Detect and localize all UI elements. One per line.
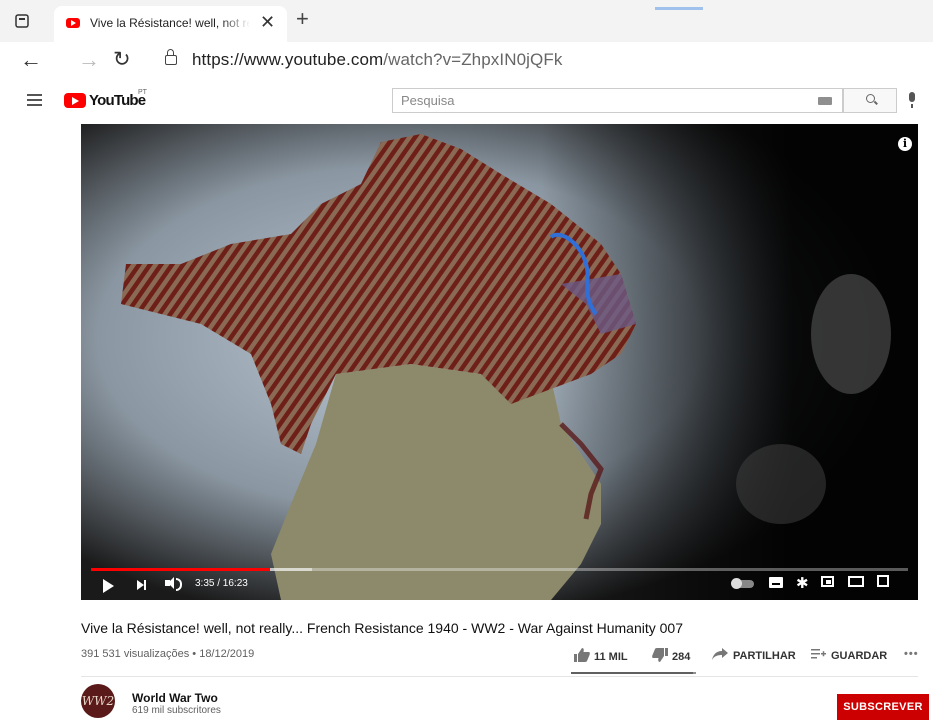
menu-icon[interactable]	[27, 94, 42, 106]
browser-tab-active[interactable]: Vive la Résistance! well, not really... …	[54, 6, 287, 42]
search-button[interactable]	[843, 88, 897, 113]
like-ratio-fill	[571, 672, 693, 674]
fullscreen-icon[interactable]	[877, 575, 889, 587]
subscriber-count: 619 mil subscritores	[132, 705, 221, 716]
channel-name[interactable]: World War Two	[132, 691, 218, 705]
keyboard-icon[interactable]	[818, 97, 832, 105]
search-icon	[866, 94, 875, 103]
progress-bar[interactable]	[91, 568, 908, 571]
url-field[interactable]: https://www.youtube.com/watch?v=ZhpxIN0j…	[192, 50, 562, 70]
thumbs-up-icon	[574, 648, 590, 662]
settings-gear-icon[interactable]: ✱	[796, 574, 809, 592]
tab-actions-icon[interactable]	[14, 13, 30, 29]
video-player[interactable]: i 3:35 / 16:23 ✱	[81, 124, 918, 600]
divider	[81, 676, 918, 677]
share-icon	[712, 648, 728, 660]
forward-button[interactable]: →	[78, 47, 100, 73]
video-title: Vive la Résistance! well, not really... …	[81, 620, 683, 636]
views-date: 391 531 visualizações • 18/12/2019	[81, 648, 255, 660]
tab-strip-indicator	[655, 7, 703, 10]
playlist-add-icon	[811, 649, 826, 659]
info-icon[interactable]: i	[898, 137, 912, 151]
address-bar: ← → ↻ https://www.youtube.com/watch?v=Zh…	[0, 42, 933, 80]
like-button[interactable]: 11 MIL	[574, 648, 628, 663]
youtube-favicon-icon	[66, 18, 80, 28]
save-button[interactable]: GUARDAR	[811, 648, 887, 662]
subscribe-button[interactable]: SUBSCREVER	[837, 694, 929, 720]
url-path: /watch?v=ZhpxIN0jQFk	[383, 50, 563, 69]
thumbs-down-icon	[652, 648, 668, 662]
autoplay-toggle[interactable]	[731, 578, 754, 589]
microphone-icon[interactable]	[909, 92, 915, 108]
channel-avatar[interactable]: WW2	[81, 684, 115, 718]
tab-title: Vive la Résistance! well, not really... …	[90, 16, 250, 30]
play-icon[interactable]	[103, 579, 114, 593]
more-actions-icon[interactable]: •••	[904, 648, 919, 660]
lock-icon[interactable]	[165, 49, 177, 65]
share-label: PARTILHAR	[733, 650, 796, 662]
like-count: 11 MIL	[594, 651, 628, 663]
youtube-header: YouTube PT	[0, 80, 933, 120]
miniplayer-icon[interactable]	[821, 576, 834, 587]
subtitles-icon[interactable]	[769, 577, 783, 588]
like-ratio-bar	[571, 672, 696, 674]
theater-mode-icon[interactable]	[848, 576, 864, 587]
progress-played	[91, 568, 270, 571]
back-button[interactable]: ←	[20, 47, 42, 73]
youtube-logo-text: YouTube	[89, 92, 146, 109]
save-label: GUARDAR	[831, 650, 888, 662]
tab-close-icon[interactable]: ✕	[260, 12, 275, 33]
time-display: 3:35 / 16:23	[195, 578, 248, 589]
dislike-button[interactable]: 284	[652, 648, 690, 663]
reload-button[interactable]: ↻	[113, 47, 131, 72]
youtube-play-logo-icon	[64, 93, 86, 108]
url-host: https://www.youtube.com	[192, 50, 384, 69]
share-button[interactable]: PARTILHAR	[712, 648, 796, 662]
dislike-count: 284	[672, 651, 691, 663]
browser-tab-bar: Vive la Résistance! well, not really... …	[0, 0, 933, 42]
new-tab-button[interactable]: +	[296, 6, 309, 32]
search-input[interactable]	[392, 88, 843, 113]
video-frame-map	[81, 124, 918, 600]
volume-icon[interactable]	[165, 577, 182, 591]
next-icon[interactable]	[137, 580, 146, 590]
region-code: PT	[138, 89, 147, 96]
